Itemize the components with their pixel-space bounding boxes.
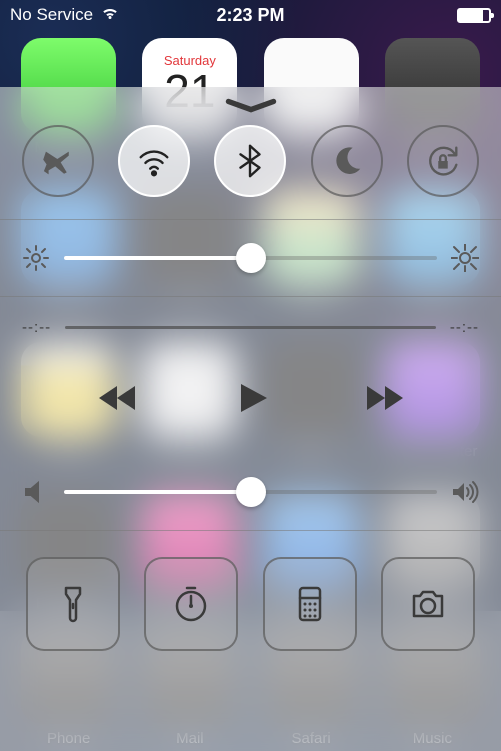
- status-time: 2:23 PM: [0, 5, 501, 26]
- camera-button[interactable]: [381, 557, 475, 651]
- wifi-toggle[interactable]: [118, 125, 190, 197]
- remaining-time: --:--: [450, 319, 479, 336]
- volume-slider[interactable]: [0, 454, 501, 530]
- next-track-button[interactable]: [363, 376, 407, 420]
- do-not-disturb-toggle[interactable]: [311, 125, 383, 197]
- timer-button[interactable]: [144, 557, 238, 651]
- playback-scrubber[interactable]: --:-- --:--: [0, 297, 501, 342]
- grabber-icon[interactable]: [222, 97, 280, 115]
- rotation-lock-toggle[interactable]: [407, 125, 479, 197]
- previous-track-button[interactable]: [95, 376, 139, 420]
- airplane-mode-toggle[interactable]: [22, 125, 94, 197]
- brightness-slider[interactable]: [0, 220, 501, 296]
- brightness-low-icon: [22, 244, 50, 272]
- flashlight-button[interactable]: [26, 557, 120, 651]
- battery-icon: [457, 8, 491, 23]
- play-button[interactable]: [229, 376, 273, 420]
- brightness-high-icon: [451, 244, 479, 272]
- elapsed-time: --:--: [22, 319, 51, 336]
- volume-low-icon: [22, 478, 50, 506]
- bluetooth-toggle[interactable]: [214, 125, 286, 197]
- calculator-button[interactable]: [263, 557, 357, 651]
- volume-high-icon: [451, 478, 479, 506]
- status-bar: No Service 2:23 PM: [0, 0, 501, 30]
- control-center[interactable]: --:-- --:--: [0, 87, 501, 751]
